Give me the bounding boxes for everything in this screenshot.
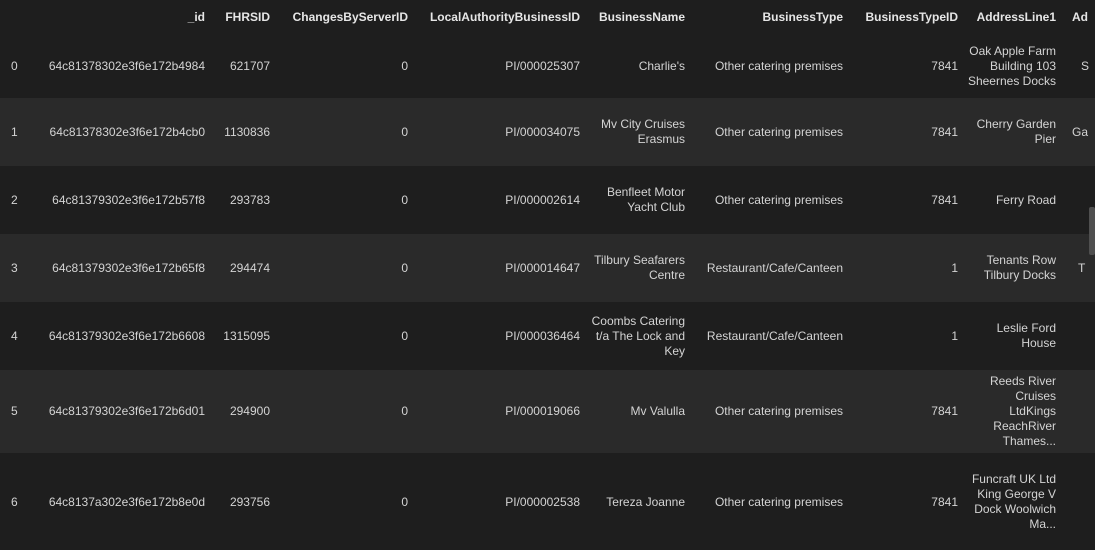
column-header-changes-by-server-id: ChangesByServerID — [292, 9, 408, 24]
cell-business-type-id: 1 — [951, 260, 958, 275]
cell-fhrsid: 294474 — [229, 260, 270, 275]
cell-business-type: Other catering premises — [714, 58, 843, 73]
table-row: 4 64c81379302e3f6e172b6608 1315095 0 PI/… — [0, 302, 1095, 370]
cell-address-line-1: Ferry Road — [995, 192, 1056, 207]
cell-id: 64c81379302e3f6e172b6608 — [48, 328, 205, 343]
row-index: 6 — [11, 494, 18, 509]
cell-id: 64c81378302e3f6e172b4984 — [48, 58, 205, 73]
notebook-output: _id FHRSID ChangesByServerID LocalAuthor… — [0, 0, 1095, 550]
table-row: 5 64c81379302e3f6e172b6d01 294900 0 PI/0… — [0, 370, 1095, 453]
column-header-business-type: BusinessType — [762, 9, 843, 24]
row-index: 1 — [11, 124, 18, 139]
cell-business-type: Other catering premises — [714, 494, 843, 509]
cell-fhrsid: 294900 — [229, 404, 270, 418]
row-index: 0 — [11, 58, 18, 73]
table-row: 3 64c81379302e3f6e172b65f8 294474 0 PI/0… — [0, 234, 1095, 302]
cell-address-line-2 — [1064, 370, 1095, 453]
column-header-fhrsid: FHRSID — [225, 9, 270, 24]
cell-changes-by-server-id: 0 — [401, 404, 408, 418]
cell-address-line-1: Cherry Garden Pier — [976, 117, 1056, 146]
column-header-address-line-1: AddressLine1 — [976, 9, 1056, 24]
cell-business-name: Mv Valulla — [630, 404, 685, 418]
cell-address-line-1: Tenants Row Tilbury Docks — [983, 253, 1056, 282]
table-row: 2 64c81379302e3f6e172b57f8 293783 0 PI/0… — [0, 166, 1095, 234]
table-row: 0 64c81378302e3f6e172b4984 621707 0 PI/0… — [0, 34, 1095, 98]
cell-changes-by-server-id: 0 — [401, 494, 408, 509]
cell-fhrsid: 1130836 — [224, 124, 270, 139]
cell-business-type-id: 7841 — [931, 404, 958, 418]
cell-business-name: Tilbury Seafarers Centre — [594, 253, 685, 282]
row-index: 4 — [11, 328, 18, 343]
cell-id: 64c81379302e3f6e172b6d01 — [48, 404, 205, 418]
cell-business-type-id: 7841 — [931, 494, 958, 509]
cell-address-line-1: Oak Apple Farm Building 103 Sheernes Doc… — [967, 43, 1056, 88]
column-header-address-line-2: Ad — [1072, 9, 1088, 24]
cell-business-name: Coombs Catering t/a The Lock and Key — [591, 313, 685, 358]
cell-business-name: Benfleet Motor Yacht Club — [606, 185, 685, 214]
cell-address-line-1: Funcraft UK Ltd King George V Dock Woolw… — [971, 472, 1056, 531]
header-row: _id FHRSID ChangesByServerID LocalAuthor… — [0, 0, 1095, 34]
cell-local-authority-business-id: PI/000002538 — [505, 494, 580, 509]
dataframe-table: _id FHRSID ChangesByServerID LocalAuthor… — [0, 0, 1095, 550]
cell-business-type: Other catering premises — [714, 124, 843, 139]
cell-business-type: Other catering premises — [714, 404, 843, 418]
cell-id: 64c81378302e3f6e172b4cb0 — [49, 124, 205, 139]
column-header-local-authority-business-id: LocalAuthorityBusinessID — [429, 9, 580, 24]
cell-changes-by-server-id: 0 — [401, 260, 408, 275]
cell-fhrsid: 621707 — [229, 58, 270, 73]
cell-fhrsid: 293756 — [229, 494, 270, 509]
table-row: 1 64c81378302e3f6e172b4cb0 1130836 0 PI/… — [0, 98, 1095, 166]
cell-business-type: Restaurant/Cafe/Canteen — [706, 260, 843, 275]
vertical-scrollbar-thumb[interactable] — [1089, 207, 1095, 255]
cell-changes-by-server-id: 0 — [401, 328, 408, 343]
cell-fhrsid: 293783 — [229, 192, 270, 207]
cell-business-type-id: 7841 — [931, 124, 958, 139]
cell-business-type-id: 7841 — [931, 192, 958, 207]
cell-id: 64c81379302e3f6e172b57f8 — [52, 192, 205, 207]
cell-local-authority-business-id: PI/000036464 — [505, 328, 580, 343]
cell-local-authority-business-id: PI/000014647 — [505, 260, 580, 275]
column-header-business-name: BusinessName — [598, 9, 685, 24]
cell-changes-by-server-id: 0 — [401, 192, 408, 207]
cell-business-name: Mv City Cruises Erasmus — [600, 117, 685, 146]
cell-business-type: Other catering premises — [714, 192, 843, 207]
cell-id: 64c81379302e3f6e172b65f8 — [52, 260, 205, 275]
cell-business-name: Tereza Joanne — [606, 494, 685, 509]
cell-address-line-2 — [1064, 302, 1095, 370]
cell-address-line-1: Leslie Ford House — [996, 321, 1056, 350]
cell-local-authority-business-id: PI/000025307 — [505, 58, 580, 73]
cell-local-authority-business-id: PI/000034075 — [505, 124, 580, 139]
row-index: 2 — [11, 192, 18, 207]
cell-changes-by-server-id: 0 — [401, 58, 408, 73]
table-row: 6 64c8137a302e3f6e172b8e0d 293756 0 PI/0… — [0, 453, 1095, 550]
cell-business-type: Restaurant/Cafe/Canteen — [706, 328, 843, 343]
cell-address-line-2: Ga — [1072, 124, 1089, 139]
cell-address-line-2 — [1064, 453, 1095, 550]
index-header — [0, 0, 28, 34]
row-index: 5 — [11, 404, 18, 418]
cell-address-line-1: Reeds River Cruises LtdKings ReachRiver … — [989, 374, 1056, 448]
cell-business-name: Charlie's — [638, 58, 685, 73]
cell-business-type-id: 1 — [951, 328, 958, 343]
cell-id: 64c8137a302e3f6e172b8e0d — [48, 494, 205, 509]
column-header-business-type-id: BusinessTypeID — [865, 9, 958, 24]
column-header-id: _id — [187, 9, 205, 24]
cell-local-authority-business-id: PI/000002614 — [505, 192, 580, 207]
cell-business-type-id: 7841 — [931, 58, 958, 73]
cell-address-line-2: S — [1081, 58, 1090, 73]
cell-fhrsid: 1315095 — [223, 328, 270, 343]
cell-local-authority-business-id: PI/000019066 — [505, 404, 580, 418]
cell-changes-by-server-id: 0 — [401, 124, 408, 139]
row-index: 3 — [11, 260, 18, 275]
